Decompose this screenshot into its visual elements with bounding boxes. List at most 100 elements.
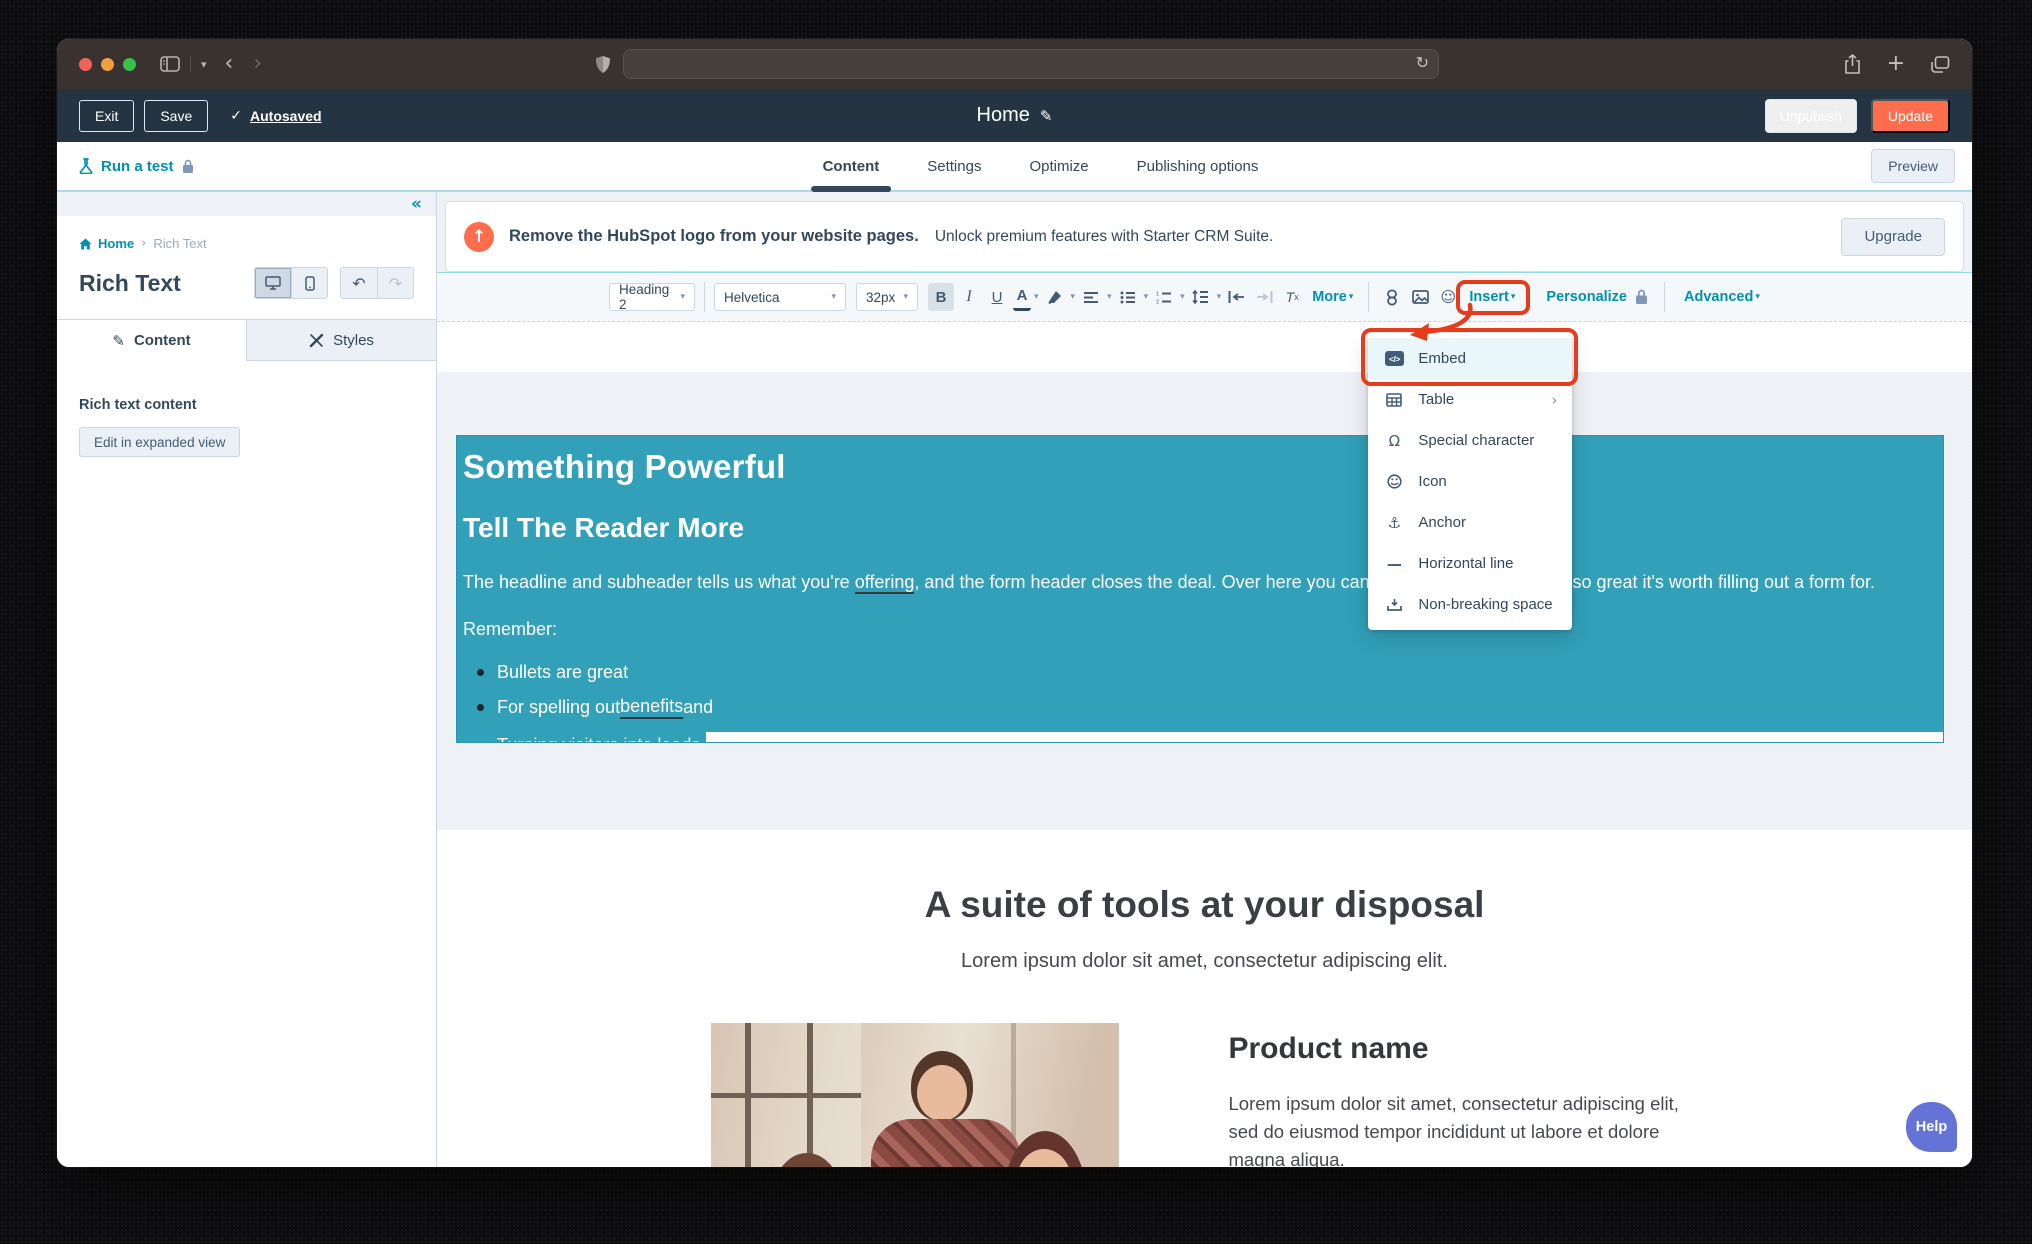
breadcrumb-home-link[interactable]: Home [79,236,134,251]
exit-button[interactable]: Exit [79,100,134,132]
run-a-test-label: Run a test [101,158,174,175]
menu-item-horizontal-line[interactable]: — Horizontal line [1368,543,1572,584]
section-subtitle[interactable]: Lorem ipsum dolor sit amet, consectetur … [437,950,1972,973]
back-icon[interactable]: ‹ [225,53,234,75]
tab-settings[interactable]: Settings [927,142,981,190]
rich-text-module[interactable]: Something Powerful Tell The Reader More … [456,435,1944,743]
bulleted-list-button[interactable]: ▾ [1114,283,1149,311]
font-size-select[interactable]: 32px▾ [856,283,918,311]
align-button[interactable]: ▾ [1077,283,1112,311]
section-title[interactable]: A suite of tools at your disposal [437,884,1972,926]
module-remember[interactable]: Remember: [463,619,1943,640]
bullet-item[interactable]: For spelling out benefits and [463,696,1943,719]
new-tab-icon[interactable]: + [1887,53,1905,75]
bold-button[interactable]: B [928,283,954,311]
page-preview-section: A suite of tools at your disposal Lorem … [437,830,1972,1167]
advanced-label: Advanced [1684,289,1753,305]
bulleted-list-icon [1115,283,1141,311]
help-button[interactable]: Help [1906,1102,1957,1152]
menu-item-embed[interactable]: </> Embed [1368,338,1572,379]
page-title: Home [977,104,1030,127]
tab-publishing-options[interactable]: Publishing options [1137,142,1259,190]
menu-item-special-character[interactable]: Ω Special character [1368,420,1572,461]
chevron-down-icon: ▾ [1755,292,1760,302]
insert-button[interactable]: Insert ▾ [1469,289,1515,305]
chevron-down-icon: ▾ [1034,292,1039,302]
upgrade-banner: ↑ Remove the HubSpot logo from your webs… [445,201,1964,272]
preview-button[interactable]: Preview [1871,149,1955,183]
sidebar-tab-styles[interactable]: Styles [247,320,436,361]
emoji-icon[interactable]: ☺ [1435,283,1461,311]
collapse-sidebar-icon[interactable]: « [411,196,422,213]
more-button[interactable]: More ▾ [1312,289,1353,305]
embed-code-icon: </> [1383,351,1405,366]
sidebar-toggle-icon[interactable] [160,56,180,72]
font-color-button[interactable]: A ▾ [1012,283,1039,311]
upgrade-button[interactable]: Upgrade [1841,218,1945,256]
zoom-window-button[interactable] [123,58,136,71]
forward-icon[interactable]: › [253,53,262,75]
menu-item-table[interactable]: Table › [1368,379,1572,420]
clear-formatting-button[interactable]: Tx [1279,283,1305,311]
module-paragraph[interactable]: The headline and subheader tells us what… [463,572,1943,593]
personalize-button[interactable]: Personalize [1546,289,1648,305]
underline-button[interactable]: U [984,283,1010,311]
refresh-icon[interactable]: ↻ [1416,53,1429,72]
bullet-dot [477,742,484,743]
menu-item-icon[interactable]: Icon [1368,461,1572,502]
paragraph-style-select[interactable]: Heading 2▾ [609,283,695,311]
bullet-item[interactable]: Bullets are great [463,662,1943,683]
numbered-list-button[interactable]: 12 ▾ [1150,283,1185,311]
indent-button[interactable] [1251,283,1277,311]
menu-item-anchor[interactable]: ⚓ Anchor [1368,502,1572,543]
address-bar[interactable]: ↻ [623,49,1439,79]
tab-optimize[interactable]: Optimize [1029,142,1088,190]
line-spacing-button[interactable]: ▾ [1187,283,1222,311]
desktop-view-button[interactable] [255,268,291,298]
tab-overview-icon[interactable] [1931,56,1950,73]
undo-button[interactable]: ↶ [341,268,377,298]
close-window-button[interactable] [79,58,92,71]
bullet-dot [477,669,484,676]
editor-canvas: Something Powerful Tell The Reader More … [437,372,1972,830]
edit-title-icon[interactable]: ✎ [1040,107,1053,125]
tab-content[interactable]: Content [823,142,880,190]
link-icon[interactable] [1379,283,1405,311]
menu-item-horizontal-line-label: Horizontal line [1418,555,1513,572]
module-subheading[interactable]: Tell The Reader More [463,512,1943,544]
product-description[interactable]: Lorem ipsum dolor sit amet, consectetur … [1229,1090,1699,1167]
font-color-a: A [1013,283,1031,311]
minimize-window-button[interactable] [101,58,114,71]
run-a-test-link[interactable]: Run a test [79,158,194,175]
lock-icon [182,159,194,174]
update-button[interactable]: Update [1871,99,1950,133]
highlight-color-button[interactable]: ▾ [1041,283,1076,311]
redo-button[interactable]: ↷ [377,268,413,298]
outdent-button[interactable] [1223,283,1249,311]
save-button[interactable]: Save [144,100,208,132]
text-selection-highlight [706,732,1943,743]
chevron-down-icon: ▾ [1144,292,1149,302]
bullet-item[interactable]: Turning visitors into leads. [463,732,1943,743]
chevron-down-icon[interactable]: ▾ [201,58,207,71]
product-name[interactable]: Product name [1229,1032,1699,1066]
share-icon[interactable] [1844,54,1861,74]
mobile-view-button[interactable] [291,268,327,298]
autosaved-status[interactable]: ✓ Autosaved [230,108,321,124]
autosaved-label: Autosaved [250,108,322,124]
insert-dropdown[interactable]: Insert ▾ </> Embed [1468,289,1516,305]
image-icon[interactable] [1407,283,1433,311]
unpublish-button[interactable]: Unpublish [1765,99,1857,133]
menu-item-non-breaking-space[interactable]: Non-breaking space [1368,584,1572,625]
sidebar-tab-content[interactable]: ✎ Content [57,320,247,361]
italic-button[interactable]: I [956,283,982,311]
anchor-icon: ⚓ [1383,514,1405,532]
advanced-button[interactable]: Advanced ▾ [1684,289,1760,305]
edit-expanded-view-button[interactable]: Edit in expanded view [79,427,240,457]
font-family-select[interactable]: Helvetica▾ [714,283,846,311]
bullet-text: Bullets are great [497,662,628,683]
bullet-text: Turning visitors into leads. [497,735,705,743]
module-heading[interactable]: Something Powerful [463,448,1943,486]
product-photo[interactable] [711,1023,1119,1167]
personalize-label: Personalize [1546,289,1627,305]
